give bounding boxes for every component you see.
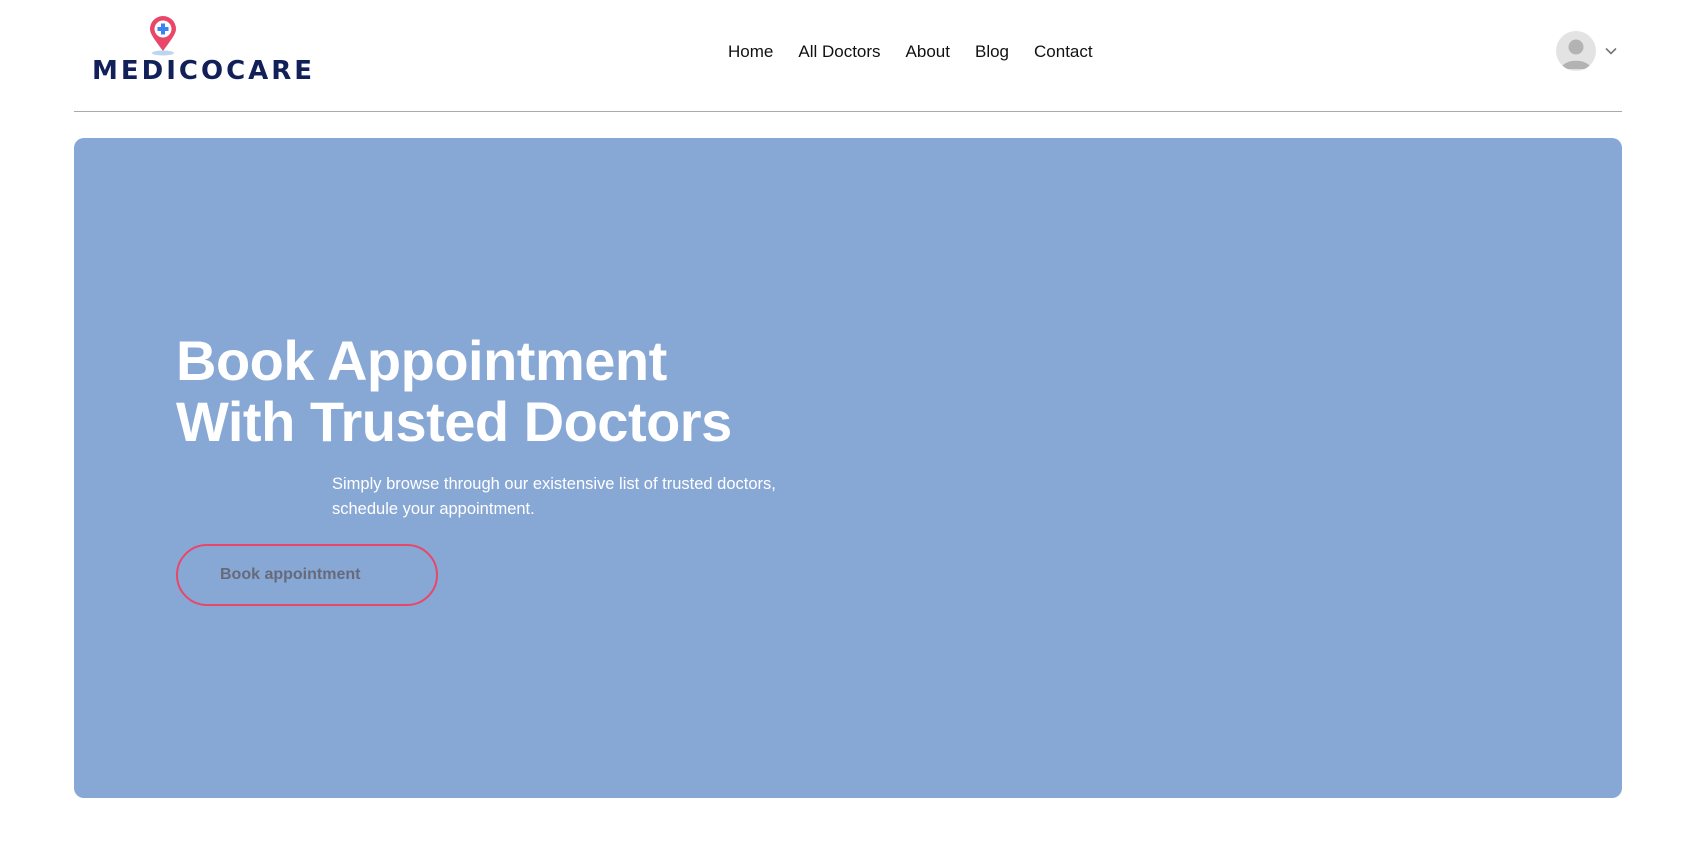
hero-title: Book Appointment With Trusted Doctors xyxy=(176,330,876,452)
main-nav: Home All Doctors About Blog Contact xyxy=(728,40,1093,64)
hero-title-line-2: With Trusted Doctors xyxy=(176,390,732,453)
location-pin-icon xyxy=(150,16,176,56)
brand-logo[interactable]: MEDICOCARE xyxy=(84,16,312,86)
nav-link-blog[interactable]: Blog xyxy=(975,42,1009,62)
user-avatar-icon[interactable] xyxy=(1556,31,1596,71)
nav-link-all-doctors[interactable]: All Doctors xyxy=(798,42,880,62)
site-header: MEDICOCARE Home All Doctors About Blog C… xyxy=(74,0,1622,112)
nav-link-contact[interactable]: Contact xyxy=(1034,42,1093,62)
hero-title-line-1: Book Appointment xyxy=(176,329,667,392)
brand-name: MEDICOCARE xyxy=(92,56,316,86)
book-appointment-button[interactable]: Book appointment xyxy=(176,544,438,606)
page: MEDICOCARE Home All Doctors About Blog C… xyxy=(0,0,1696,852)
nav-link-home[interactable]: Home xyxy=(728,42,773,62)
chevron-down-icon[interactable] xyxy=(1604,44,1618,58)
account-menu[interactable] xyxy=(1556,30,1622,72)
hero-description-line-2: schedule your appointment. xyxy=(332,500,535,518)
hero-description-line-1: Simply browse through our existensive li… xyxy=(332,475,776,493)
nav-link-about[interactable]: About xyxy=(906,42,950,62)
user-silhouette-icon xyxy=(1561,39,1591,69)
hero-banner: Book Appointment With Trusted Doctors Si… xyxy=(74,138,1622,798)
hero-description: Simply browse through our existensive li… xyxy=(332,472,852,522)
